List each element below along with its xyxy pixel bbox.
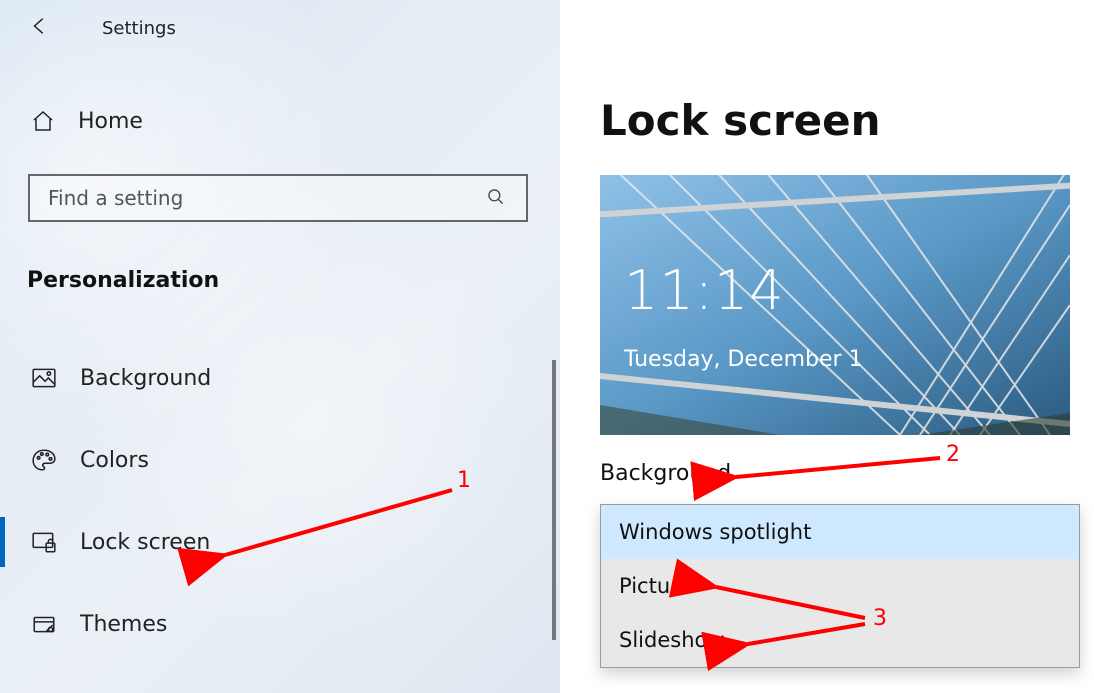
settings-title: Settings bbox=[102, 18, 176, 39]
sidebar-item-lockscreen[interactable]: Lock screen bbox=[0, 501, 560, 583]
home-label: Home bbox=[78, 109, 143, 134]
theme-icon bbox=[30, 610, 58, 638]
lockscreen-icon bbox=[30, 528, 58, 556]
dropdown-option-label: Picture bbox=[619, 574, 691, 598]
category-title: Personalization bbox=[27, 268, 560, 293]
preview-time: 11:14 bbox=[624, 259, 785, 322]
palette-icon bbox=[30, 446, 58, 474]
home-nav[interactable]: Home bbox=[0, 108, 560, 134]
nav-list: Background Colors Lock screen Themes bbox=[0, 337, 560, 665]
main-panel: Lock screen bbox=[600, 0, 1094, 693]
background-dropdown[interactable]: Windows spotlight Picture Slideshow bbox=[600, 504, 1080, 668]
search-field[interactable] bbox=[48, 186, 486, 210]
sidebar-item-colors[interactable]: Colors bbox=[0, 419, 560, 501]
background-label: Background bbox=[600, 461, 1094, 486]
scrollbar[interactable] bbox=[552, 360, 556, 640]
dropdown-option-slideshow[interactable]: Slideshow bbox=[601, 613, 1079, 667]
picture-icon bbox=[30, 364, 58, 392]
home-icon bbox=[30, 108, 56, 134]
preview-date: Tuesday, December 1 bbox=[624, 347, 863, 372]
dropdown-option-label: Windows spotlight bbox=[619, 520, 811, 544]
settings-sidebar: Settings Home Personalization Background bbox=[0, 0, 560, 693]
sidebar-item-label: Themes bbox=[80, 612, 167, 637]
sidebar-item-label: Background bbox=[80, 366, 211, 391]
sidebar-item-background[interactable]: Background bbox=[0, 337, 560, 419]
sidebar-item-label: Colors bbox=[80, 448, 149, 473]
sidebar-item-label: Lock screen bbox=[80, 530, 210, 555]
search-icon bbox=[486, 187, 508, 209]
dropdown-option-spotlight[interactable]: Windows spotlight bbox=[601, 505, 1079, 559]
lockscreen-preview: 11:14 Tuesday, December 1 bbox=[600, 175, 1070, 435]
header-row: Settings bbox=[0, 0, 560, 42]
dropdown-option-label: Slideshow bbox=[619, 628, 725, 652]
sidebar-item-themes[interactable]: Themes bbox=[0, 583, 560, 665]
back-button[interactable] bbox=[26, 14, 54, 42]
search-container bbox=[28, 174, 530, 222]
page-title: Lock screen bbox=[600, 96, 1094, 145]
search-input[interactable] bbox=[28, 174, 528, 222]
arrow-left-icon bbox=[29, 15, 51, 41]
dropdown-option-picture[interactable]: Picture bbox=[601, 559, 1079, 613]
